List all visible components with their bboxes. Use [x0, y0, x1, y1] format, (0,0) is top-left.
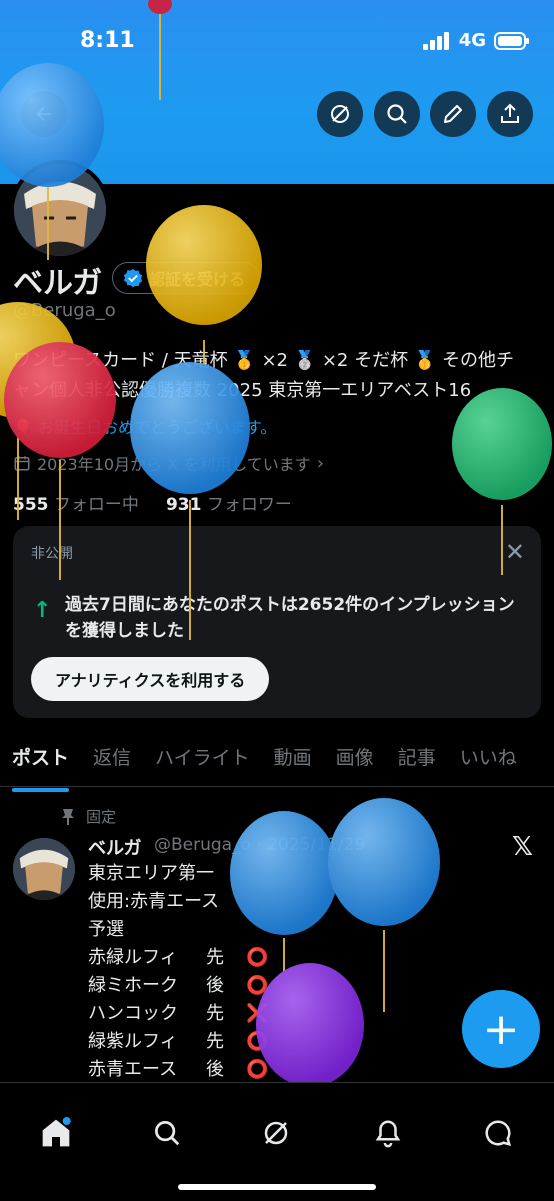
profile-handle: @Beruga_o: [13, 300, 116, 321]
following-label: フォロー中: [53, 495, 139, 515]
status-indicators: 4G: [422, 30, 530, 51]
profile-tabs: ポスト 返信 ハイライト 動画 画像 記事 いいね: [0, 736, 554, 792]
joined-label: 2023年10月から X を利用しています: [37, 455, 311, 474]
pin-icon: [62, 808, 74, 825]
post-line: 使用:赤青エース: [88, 891, 220, 912]
post-avatar[interactable]: [13, 838, 75, 900]
post-line: 予選: [88, 919, 124, 940]
close-icon[interactable]: ✕: [505, 538, 525, 566]
home-indicator: [178, 1184, 376, 1190]
profile-avatar[interactable]: [10, 160, 110, 260]
post-body[interactable]: 東京エリア第一 使用:赤青エース 予選 赤緑ルフィ先 ⭕ 緑ミホーク後 ⭕ ハンコッ…: [88, 860, 388, 1084]
edit-button[interactable]: [430, 91, 476, 137]
chevron-right-icon: ›: [316, 452, 324, 474]
profile-bio: ワンピースカード / 天竜杯 🥇 ×2 🥈 ×2 そだ杯 🥇 その他チ ャン個人…: [13, 346, 543, 406]
analytics-card: 非公開 ✕ ↑ 過去7日間にあなたのポストは2652件のインプレッションを獲得し…: [13, 526, 541, 718]
impressions-message: 過去7日間にあなたのポストは2652件のインプレッションを獲得しました: [65, 595, 515, 641]
messages-icon: [485, 1120, 512, 1147]
edit-icon: [444, 105, 462, 123]
plus-icon: +: [482, 1003, 520, 1055]
result-mark: ⭕: [246, 947, 269, 968]
nav-messages[interactable]: [468, 1103, 528, 1163]
tab-likes[interactable]: いいね: [448, 736, 529, 786]
post-line: 緑紫ルフィ先 ⭕: [88, 1028, 388, 1056]
tab-posts[interactable]: ポスト: [0, 736, 81, 792]
tab-media[interactable]: 画像: [324, 736, 386, 786]
following-count: 555: [13, 495, 49, 515]
avatar-illustration: [13, 838, 75, 900]
birthday-message: 🎈 お誕生日おめでとうございます。: [13, 418, 277, 437]
post-meta: @Beruga_o · 2025/11/29: [154, 835, 366, 855]
profile-name: ベルガ: [13, 266, 103, 301]
arrow-up-icon: ↑: [33, 598, 52, 623]
share-button[interactable]: [487, 91, 533, 137]
following-link[interactable]: 555 フォロー中: [13, 495, 139, 515]
analytics-button[interactable]: アナリティクスを利用する: [31, 657, 270, 701]
tab-replies[interactable]: 返信: [81, 736, 143, 786]
tab-videos[interactable]: 動画: [262, 736, 324, 786]
result-mark: ⭕: [246, 975, 269, 996]
private-tag: 非公開: [31, 546, 73, 562]
network-label: 4G: [458, 30, 486, 51]
post-author: ベルガ: [88, 838, 142, 859]
compose-button[interactable]: +: [462, 990, 540, 1068]
status-time: 8:11: [80, 28, 135, 53]
post-line: 緑ミホーク後 ⭕: [88, 972, 388, 1000]
notifications-icon: [375, 1120, 401, 1148]
nav-home[interactable]: [26, 1103, 86, 1163]
bio-line: ャン個人非公認優勝複数 2025 東京第一エリアベスト16: [13, 380, 472, 401]
followers-label: フォロワー: [206, 495, 292, 515]
back-button[interactable]: [21, 91, 67, 137]
get-verified-button[interactable]: 認証を受ける: [112, 262, 261, 294]
signal-icon: [422, 31, 449, 50]
avatar-illustration: [14, 164, 106, 256]
nav-notifications[interactable]: [358, 1103, 418, 1163]
pinned-label: 固定: [86, 808, 117, 826]
search-icon: [155, 1121, 180, 1146]
back-arrow-icon: [36, 106, 52, 122]
follow-stats: 555 フォロー中 931 フォロワー: [13, 490, 292, 515]
calendar-icon: [14, 456, 30, 471]
joined-date: 2023年10月から X を利用しています ›: [13, 451, 324, 475]
nav-grok[interactable]: [246, 1103, 306, 1163]
post-line: ハンコック先 ❌: [88, 1000, 388, 1028]
get-verified-label: 認証を受ける: [149, 270, 246, 289]
grok-icon: [331, 105, 349, 123]
tab-highlights[interactable]: ハイライト: [143, 736, 262, 786]
verified-badge-icon: [123, 268, 143, 288]
bio-line: ワンピースカード / 天竜杯 🥇 ×2 🥈 ×2 そだ杯 🥇 その他チ: [13, 350, 514, 371]
nav-search[interactable]: [137, 1103, 197, 1163]
search-icon: [387, 104, 407, 124]
tab-articles[interactable]: 記事: [386, 736, 448, 786]
search-button[interactable]: [374, 91, 420, 137]
followers-link[interactable]: 931 フォロワー: [166, 495, 292, 515]
post-line: 赤緑ルフィ先 ⭕: [88, 944, 388, 972]
grok-icon: [264, 1121, 288, 1145]
followers-count: 931: [165, 495, 202, 515]
post-line: 東京エリア第一: [88, 863, 214, 884]
battery-icon: [494, 31, 529, 50]
result-mark: ⭕: [246, 1031, 269, 1052]
post-line: 赤青エース後 ⭕: [88, 1056, 388, 1084]
pinned-indicator: 固定: [60, 806, 116, 827]
result-mark: ⭕: [246, 1059, 269, 1080]
result-mark: ❌: [246, 1003, 269, 1024]
grok-button[interactable]: [317, 91, 363, 137]
x-logo-icon: 𝕏: [512, 832, 533, 862]
home-icon: [42, 1117, 71, 1147]
share-icon: [501, 103, 519, 123]
